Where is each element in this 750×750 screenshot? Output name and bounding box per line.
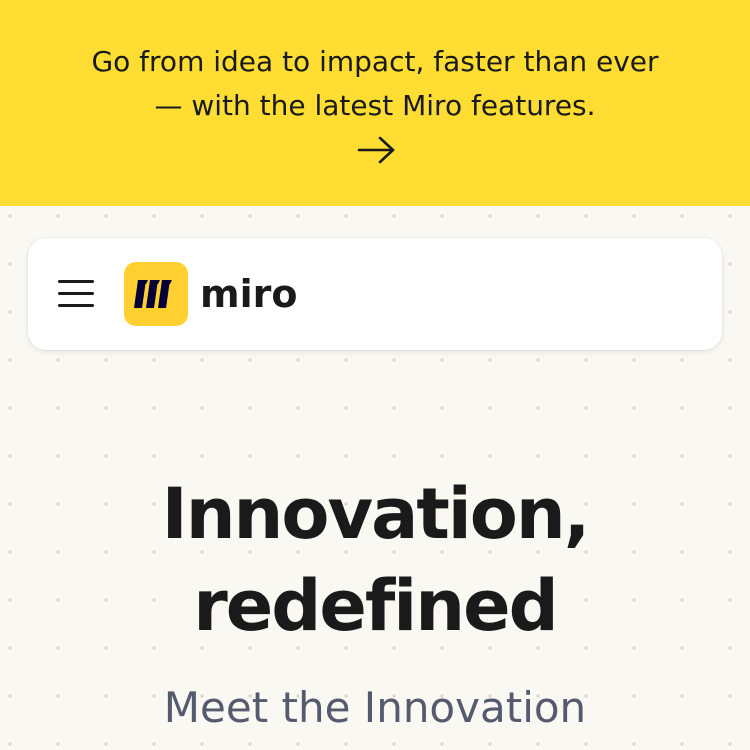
top-navigation: miro (28, 238, 722, 350)
banner-text[interactable]: Go from idea to impact, faster than ever… (75, 40, 675, 128)
hamburger-menu-icon[interactable] (58, 278, 94, 310)
hero-subtitle: Meet the Innovation (163, 683, 587, 732)
miro-logo-mark-icon (124, 262, 188, 326)
miro-logo[interactable]: miro (124, 262, 297, 326)
hero-title-line-1: Innovation, (161, 473, 591, 555)
announcement-banner[interactable]: Go from idea to impact, faster than ever… (0, 0, 750, 206)
arrow-right-icon[interactable] (355, 133, 399, 167)
miro-wordmark: miro (200, 272, 298, 316)
hero-title: Innovation, redefined (0, 468, 750, 652)
hero-title-line-2: redefined (193, 565, 558, 647)
